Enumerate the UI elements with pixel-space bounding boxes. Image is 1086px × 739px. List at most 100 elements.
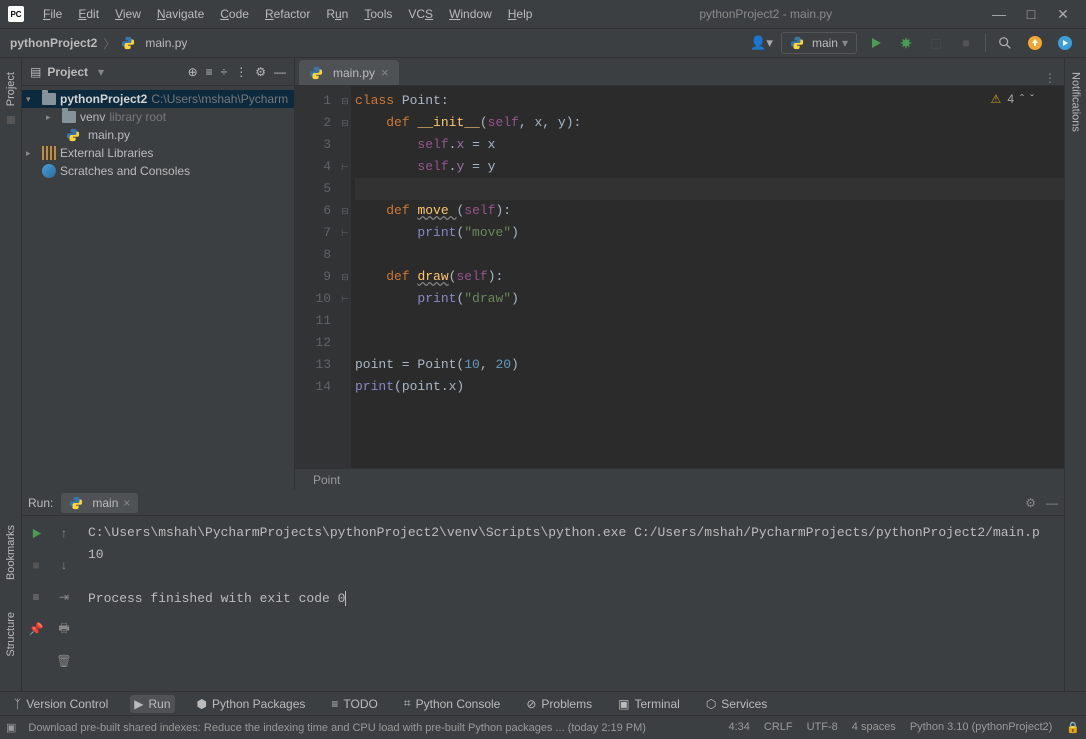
- structure-tab[interactable]: Structure: [3, 606, 19, 663]
- stop-button[interactable]: ■: [25, 554, 47, 576]
- hide-panel-icon[interactable]: —: [274, 65, 286, 79]
- python-file-icon: [790, 36, 804, 50]
- caret-position[interactable]: 4:34: [728, 721, 749, 734]
- run-config-selector[interactable]: main ▾: [781, 32, 857, 54]
- hide-run-panel-icon[interactable]: —: [1046, 496, 1058, 510]
- menu-help[interactable]: Help: [501, 3, 540, 25]
- collapse-all-icon[interactable]: ÷: [221, 65, 228, 79]
- tw-python-packages[interactable]: ⬢Python Packages: [193, 695, 310, 713]
- next-highlight-icon[interactable]: ˇ: [1030, 92, 1034, 106]
- minimize-button[interactable]: —: [992, 7, 1006, 21]
- prev-highlight-icon[interactable]: ˆ: [1020, 92, 1024, 106]
- output-exit: Process finished with exit code 0: [88, 591, 345, 606]
- run-tab-label: main: [92, 496, 118, 510]
- title-bar: PC File Edit View Navigate Code Refactor…: [0, 0, 1086, 29]
- menu-navigate[interactable]: Navigate: [150, 3, 211, 25]
- menu-code[interactable]: Code: [213, 3, 256, 25]
- tw-services[interactable]: ⬡Services: [702, 695, 772, 713]
- problems-icon: ⊘: [526, 697, 536, 711]
- library-icon: [42, 146, 56, 160]
- terminal-icon: ▣: [618, 697, 629, 711]
- layout-icon[interactable]: ≡: [25, 586, 47, 608]
- project-tool-tab[interactable]: Project: [3, 66, 19, 112]
- notifications-tab[interactable]: Notifications: [1068, 66, 1084, 138]
- tree-root[interactable]: ▾ pythonProject2 C:\Users\mshah\Pycharm: [22, 90, 294, 108]
- breadcrumb-file[interactable]: main.py: [145, 36, 187, 50]
- run-tab[interactable]: main ×: [61, 493, 138, 513]
- menu-tools[interactable]: Tools: [357, 3, 399, 25]
- close-button[interactable]: ✕: [1056, 7, 1070, 21]
- indent-info[interactable]: 4 spaces: [852, 721, 896, 734]
- tree-external-libs[interactable]: ▸ External Libraries: [22, 144, 294, 162]
- search-button[interactable]: [994, 32, 1016, 54]
- menu-vcs[interactable]: VCS: [401, 3, 440, 25]
- expand-all-icon[interactable]: ≡: [206, 65, 213, 79]
- debug-button[interactable]: [895, 32, 917, 54]
- pin-icon[interactable]: 📌: [25, 618, 47, 640]
- tree-venv[interactable]: ▸ venv library root: [22, 108, 294, 126]
- editor-breadcrumbs[interactable]: Point: [295, 468, 1064, 490]
- line-separator[interactable]: CRLF: [764, 721, 793, 734]
- tw-problems[interactable]: ⊘Problems: [522, 695, 596, 713]
- tw-run[interactable]: ▶Run: [130, 695, 174, 713]
- rerun-button[interactable]: [25, 522, 47, 544]
- tree-mainfile[interactable]: main.py: [22, 126, 294, 144]
- run-button[interactable]: [865, 32, 887, 54]
- run-settings-icon[interactable]: ⚙: [1025, 496, 1036, 510]
- editor-tab-menu[interactable]: ⋮: [1036, 71, 1064, 85]
- tw-python-console[interactable]: ⌗Python Console: [400, 694, 505, 713]
- ide-features-icon[interactable]: [1054, 32, 1076, 54]
- close-tab-icon[interactable]: ×: [381, 65, 389, 80]
- tool-window-bar: ᛉVersion Control ▶Run ⬢Python Packages ≡…: [0, 691, 1086, 715]
- chevron-down-icon[interactable]: ▾: [98, 65, 104, 79]
- warning-icon: ⚠: [991, 92, 1002, 106]
- output-cmd: C:\Users\mshah\PycharmProjects\pythonPro…: [88, 525, 1040, 540]
- inspection-widget[interactable]: ⚠ 4 ˆ ˇ: [991, 92, 1034, 106]
- select-opened-file-icon[interactable]: ⊕: [188, 65, 198, 79]
- interpreter-info[interactable]: Python 3.10 (pythonProject2): [910, 721, 1052, 734]
- close-tab-icon[interactable]: ×: [123, 496, 130, 510]
- bookmarks-tab[interactable]: Bookmarks: [3, 519, 19, 586]
- project-panel-title[interactable]: Project: [47, 65, 88, 79]
- crumb-class[interactable]: Point: [313, 473, 340, 487]
- file-encoding[interactable]: UTF-8: [807, 721, 838, 734]
- menu-run[interactable]: Run: [319, 3, 355, 25]
- menu-window[interactable]: Window: [442, 3, 499, 25]
- editor-tab-main[interactable]: main.py ×: [299, 60, 399, 85]
- panel-menu-icon[interactable]: ⋮: [235, 65, 247, 79]
- down-stack-icon[interactable]: ↓: [53, 554, 75, 576]
- run-config-label: main: [812, 36, 838, 50]
- add-user-icon[interactable]: 👤▾: [750, 35, 773, 51]
- folder-icon: [42, 93, 56, 105]
- tree-external-label: External Libraries: [60, 146, 153, 160]
- ide-updates-icon[interactable]: [1024, 32, 1046, 54]
- status-toggle-icon[interactable]: ▣: [6, 721, 16, 734]
- tw-todo[interactable]: ≡TODO: [327, 695, 381, 713]
- chevron-right-icon[interactable]: ▸: [26, 148, 38, 159]
- chevron-down-icon: ▾: [842, 36, 848, 50]
- soft-wrap-icon[interactable]: ⇥: [53, 586, 75, 608]
- run-coverage-button[interactable]: ⬚: [925, 32, 947, 54]
- menu-view[interactable]: View: [108, 3, 148, 25]
- project-tool-icon: [7, 116, 15, 124]
- status-message[interactable]: Download pre-built shared indexes: Reduc…: [28, 722, 716, 734]
- code-content[interactable]: class Point: def __init__(self, x, y): s…: [351, 86, 1064, 468]
- breadcrumb-project[interactable]: pythonProject2: [10, 36, 97, 50]
- chevron-right-icon[interactable]: ▸: [46, 112, 58, 123]
- run-output[interactable]: C:\Users\mshah\PycharmProjects\pythonPro…: [78, 516, 1064, 691]
- chevron-down-icon[interactable]: ▾: [26, 94, 38, 105]
- tw-version-control[interactable]: ᛉVersion Control: [10, 695, 112, 713]
- menu-refactor[interactable]: Refactor: [258, 3, 317, 25]
- menu-edit[interactable]: Edit: [71, 3, 106, 25]
- up-stack-icon[interactable]: ↑: [53, 522, 75, 544]
- clear-icon[interactable]: 🗑: [53, 650, 75, 672]
- code-editor[interactable]: 1234567891011121314 ⊟⊟⊢⊟⊢⊟⊢ class Point:…: [295, 86, 1064, 468]
- tw-terminal[interactable]: ▣Terminal: [614, 695, 684, 713]
- stop-button[interactable]: ■: [955, 32, 977, 54]
- maximize-button[interactable]: □: [1024, 7, 1038, 21]
- print-icon[interactable]: 🖶: [53, 618, 75, 640]
- menu-file[interactable]: File: [36, 3, 69, 25]
- lock-icon[interactable]: 🔒: [1066, 721, 1080, 734]
- tree-scratches[interactable]: Scratches and Consoles: [22, 162, 294, 180]
- settings-icon[interactable]: ⚙: [255, 65, 266, 79]
